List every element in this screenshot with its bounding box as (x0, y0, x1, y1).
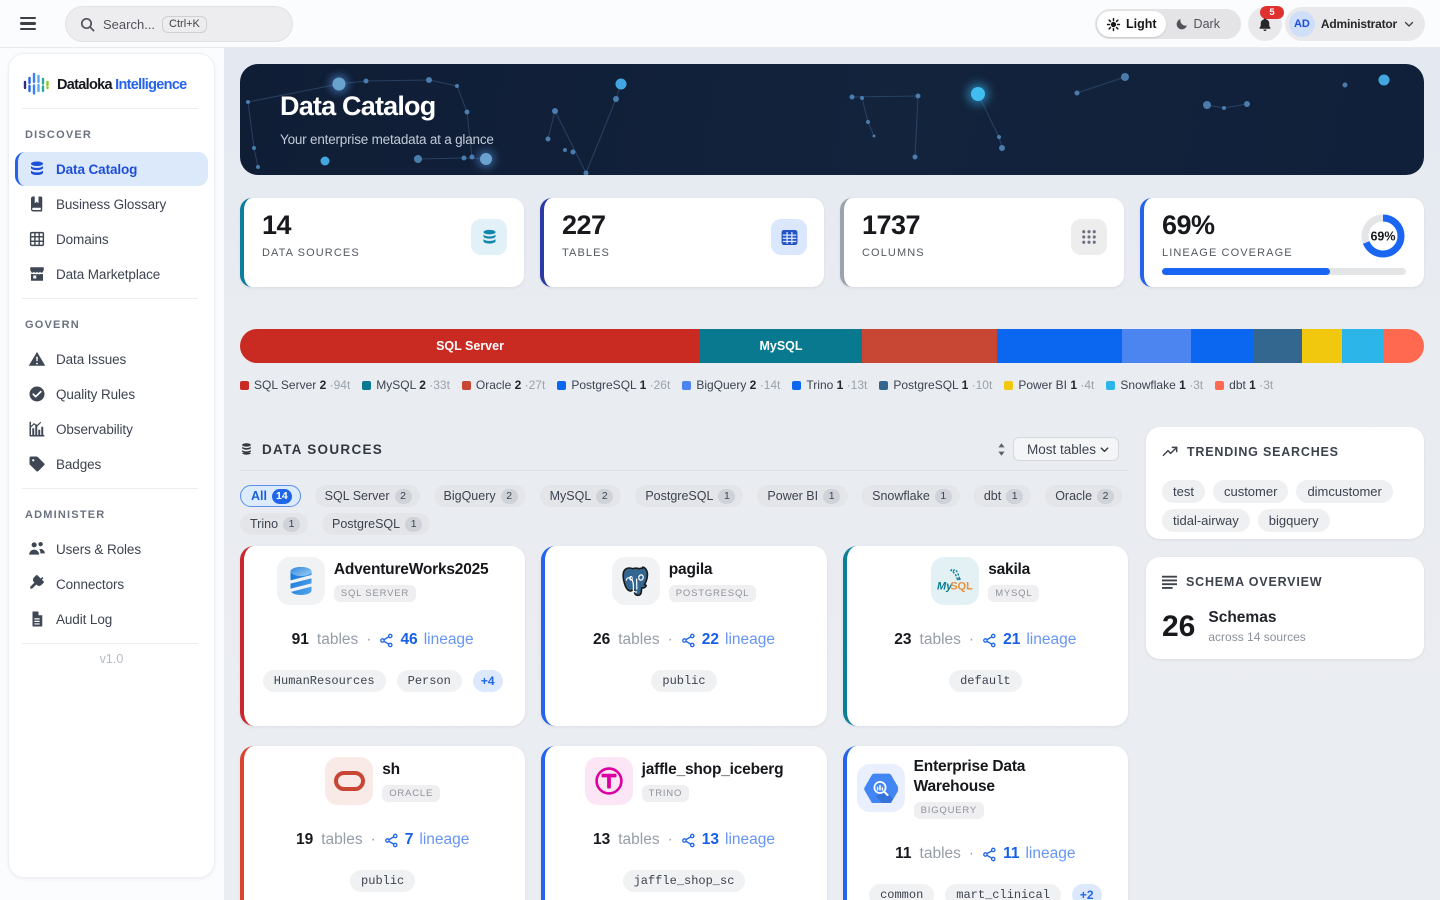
svg-text:69%: 69% (1370, 230, 1395, 244)
svg-text:SQL: SQL (950, 581, 973, 593)
